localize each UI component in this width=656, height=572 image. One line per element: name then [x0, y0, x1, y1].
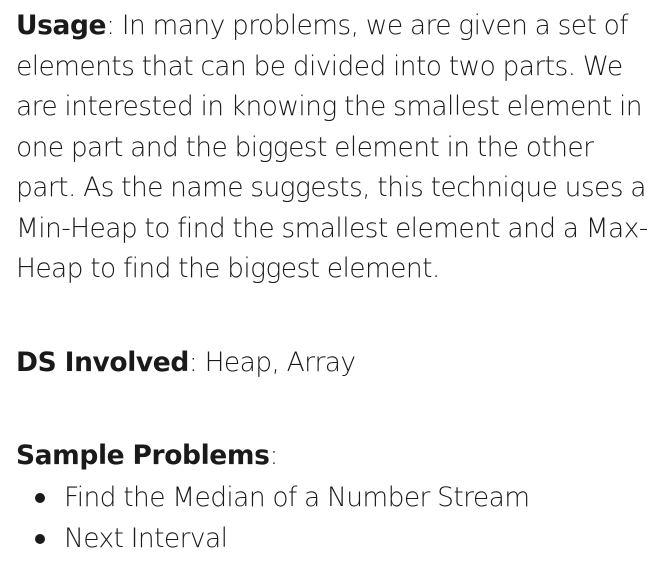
sample-problems-list: Find the Median of a Number Stream Next …: [16, 477, 650, 559]
sample-problems-label: Sample Problems: [16, 440, 270, 471]
usage-paragraph: Usage: In many problems, we are given a …: [16, 6, 650, 290]
list-item: Next Interval: [16, 518, 650, 559]
list-item-text: Find the Median of a Number Stream: [64, 481, 530, 513]
ds-involved-paragraph: DS Involved: Heap, Array: [16, 343, 650, 384]
list-item: Find the Median of a Number Stream: [16, 477, 650, 518]
sample-problems-heading: Sample Problems:: [16, 436, 650, 477]
usage-label: Usage: [16, 10, 107, 41]
usage-text: In many problems, we are given a set of …: [16, 10, 648, 284]
document-body: Usage: In many problems, we are given a …: [16, 6, 650, 559]
ds-involved-label: DS Involved: [16, 346, 189, 378]
ds-involved-text: Heap, Array: [197, 346, 356, 378]
ds-involved-separator: :: [188, 346, 198, 378]
sample-problems-separator: :: [269, 440, 278, 471]
bullet-icon: [35, 492, 45, 503]
list-item-text: Next Interval: [64, 522, 228, 554]
bullet-icon: [35, 533, 45, 544]
